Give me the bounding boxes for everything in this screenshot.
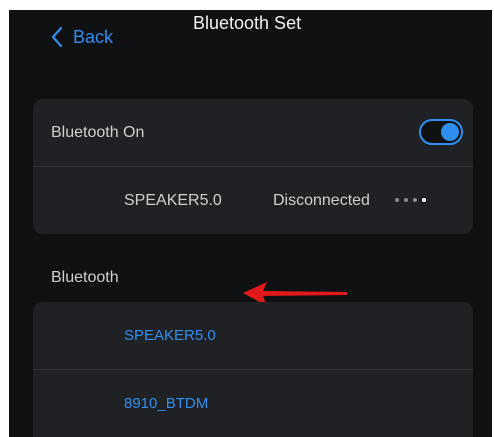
back-label: Back [73, 26, 114, 47]
bluetooth-toggle[interactable] [419, 119, 463, 145]
toggle-knob [441, 123, 459, 141]
bluetooth-on-row: Bluetooth On [33, 99, 473, 166]
chevron-left-icon [51, 26, 63, 48]
device-name: 8910_BTDM [124, 395, 209, 412]
bluetooth-on-label: Bluetooth On [51, 123, 145, 141]
device-item-8910-btdm[interactable]: 8910_BTDM [33, 370, 473, 437]
dot [413, 198, 417, 202]
header: Back Bluetooth Set [9, 10, 492, 70]
paired-device-status: Disconnected [273, 191, 370, 209]
back-button[interactable]: Back [51, 21, 113, 53]
available-devices-list: SPEAKER5.0 8910_BTDM [33, 302, 473, 437]
device-name: SPEAKER5.0 [124, 327, 216, 344]
paired-device-name: SPEAKER5.0 [124, 191, 222, 209]
dot [404, 198, 408, 202]
bluetooth-status-card: Bluetooth On SPEAKER5.0 Disconnected [33, 99, 473, 234]
dot [395, 198, 399, 202]
device-item-speaker[interactable]: SPEAKER5.0 [33, 302, 473, 369]
dot [422, 198, 426, 202]
page-title: Bluetooth Set [193, 13, 302, 33]
bluetooth-section-label: Bluetooth [51, 269, 119, 286]
paired-device-row[interactable]: SPEAKER5.0 Disconnected [33, 167, 473, 234]
bluetooth-settings-screen: Back Bluetooth Set Bluetooth On SPEAKER5… [9, 10, 492, 437]
more-dots-icon[interactable] [395, 198, 426, 202]
